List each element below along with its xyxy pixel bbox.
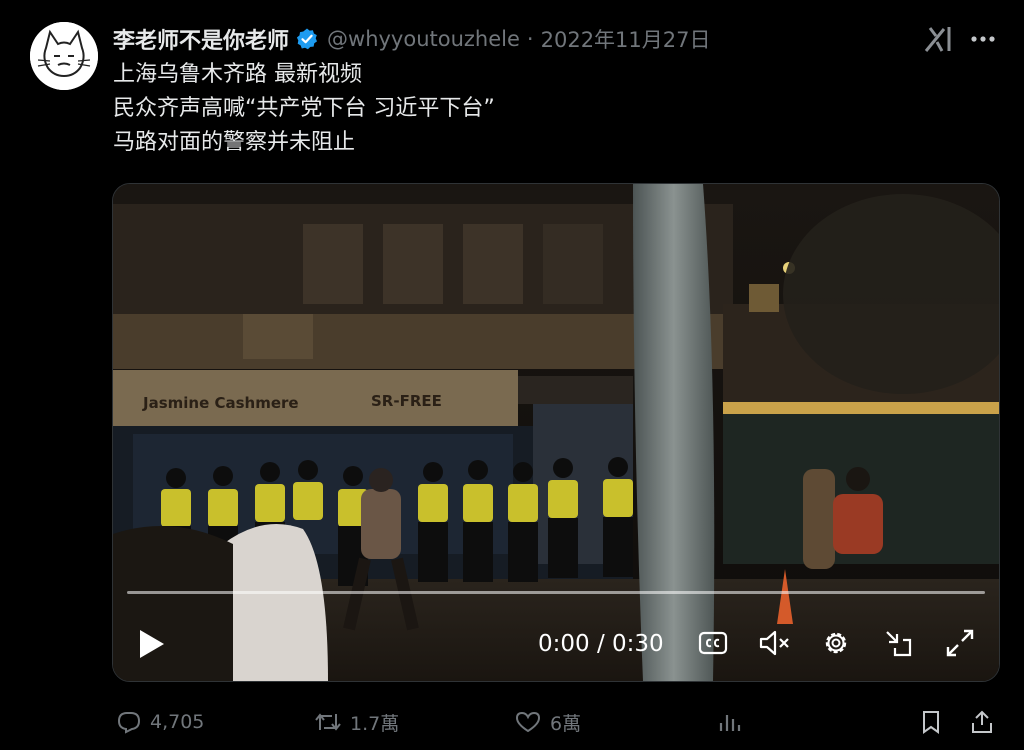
fullscreen-icon[interactable]	[943, 626, 977, 660]
progress-bar[interactable]	[127, 591, 985, 594]
analytics-icon	[719, 715, 741, 731]
reply-icon	[117, 712, 141, 734]
storefront-sign-left: Jasmine Cashmere	[142, 394, 299, 412]
bookmark-icon	[923, 711, 939, 734]
reply-count: 4,705	[150, 711, 205, 733]
share-button[interactable]	[969, 706, 995, 738]
bookmark-button[interactable]	[919, 706, 943, 738]
tweet-text-line: 上海乌鲁木齐路 最新视频	[113, 62, 362, 87]
video-player[interactable]: Jasmine Cashmere SR-FREE 0:00 / 0:30	[112, 183, 1000, 682]
avatar[interactable]	[30, 22, 98, 90]
tweet: 李老师不是你老师 @whyyoutouzhele · 2022年11月27日 上…	[0, 0, 1024, 750]
verified-badge-icon[interactable]	[295, 27, 319, 51]
like-button[interactable]: 6萬	[514, 706, 581, 738]
pip-icon[interactable]	[881, 626, 915, 660]
repost-icon	[315, 713, 341, 731]
tweet-text: 上海乌鲁木齐路 最新视频 民众齐声高喊“共产党下台 习近平下台” 马路对面的警察…	[113, 58, 993, 160]
time-display: 0:00 / 0:30	[538, 631, 664, 657]
more-icon[interactable]	[966, 26, 1000, 52]
repost-button[interactable]: 1.7萬	[314, 706, 399, 738]
tweet-header: 李老师不是你老师 @whyyoutouzhele · 2022年11月27日	[113, 22, 711, 56]
reply-button[interactable]: 4,705	[116, 706, 204, 738]
separator-dot: ·	[526, 27, 534, 51]
views-button[interactable]	[716, 706, 742, 738]
display-name[interactable]: 李老师不是你老师	[113, 23, 289, 55]
video-frame: Jasmine Cashmere SR-FREE	[113, 184, 999, 681]
tweet-text-line: 马路对面的警察并未阻止	[113, 130, 356, 155]
captions-icon[interactable]	[696, 626, 730, 660]
grok-icon[interactable]	[922, 24, 954, 54]
like-count: 6萬	[550, 712, 582, 735]
storefront-sign-right: SR-FREE	[371, 392, 442, 410]
handle[interactable]: @whyyoutouzhele	[327, 27, 520, 51]
mute-icon[interactable]	[758, 626, 792, 660]
action-bar: 4,705 1.7萬 6萬	[0, 700, 1024, 744]
tweet-date[interactable]: 2022年11月27日	[541, 24, 711, 54]
heart-icon	[515, 711, 541, 733]
repost-count: 1.7萬	[350, 712, 400, 735]
gear-icon[interactable]	[819, 626, 853, 660]
share-icon	[972, 710, 992, 733]
play-icon[interactable]	[137, 627, 167, 661]
tweet-text-line: 民众齐声高喊“共产党下台 习近平下台”	[113, 96, 495, 121]
